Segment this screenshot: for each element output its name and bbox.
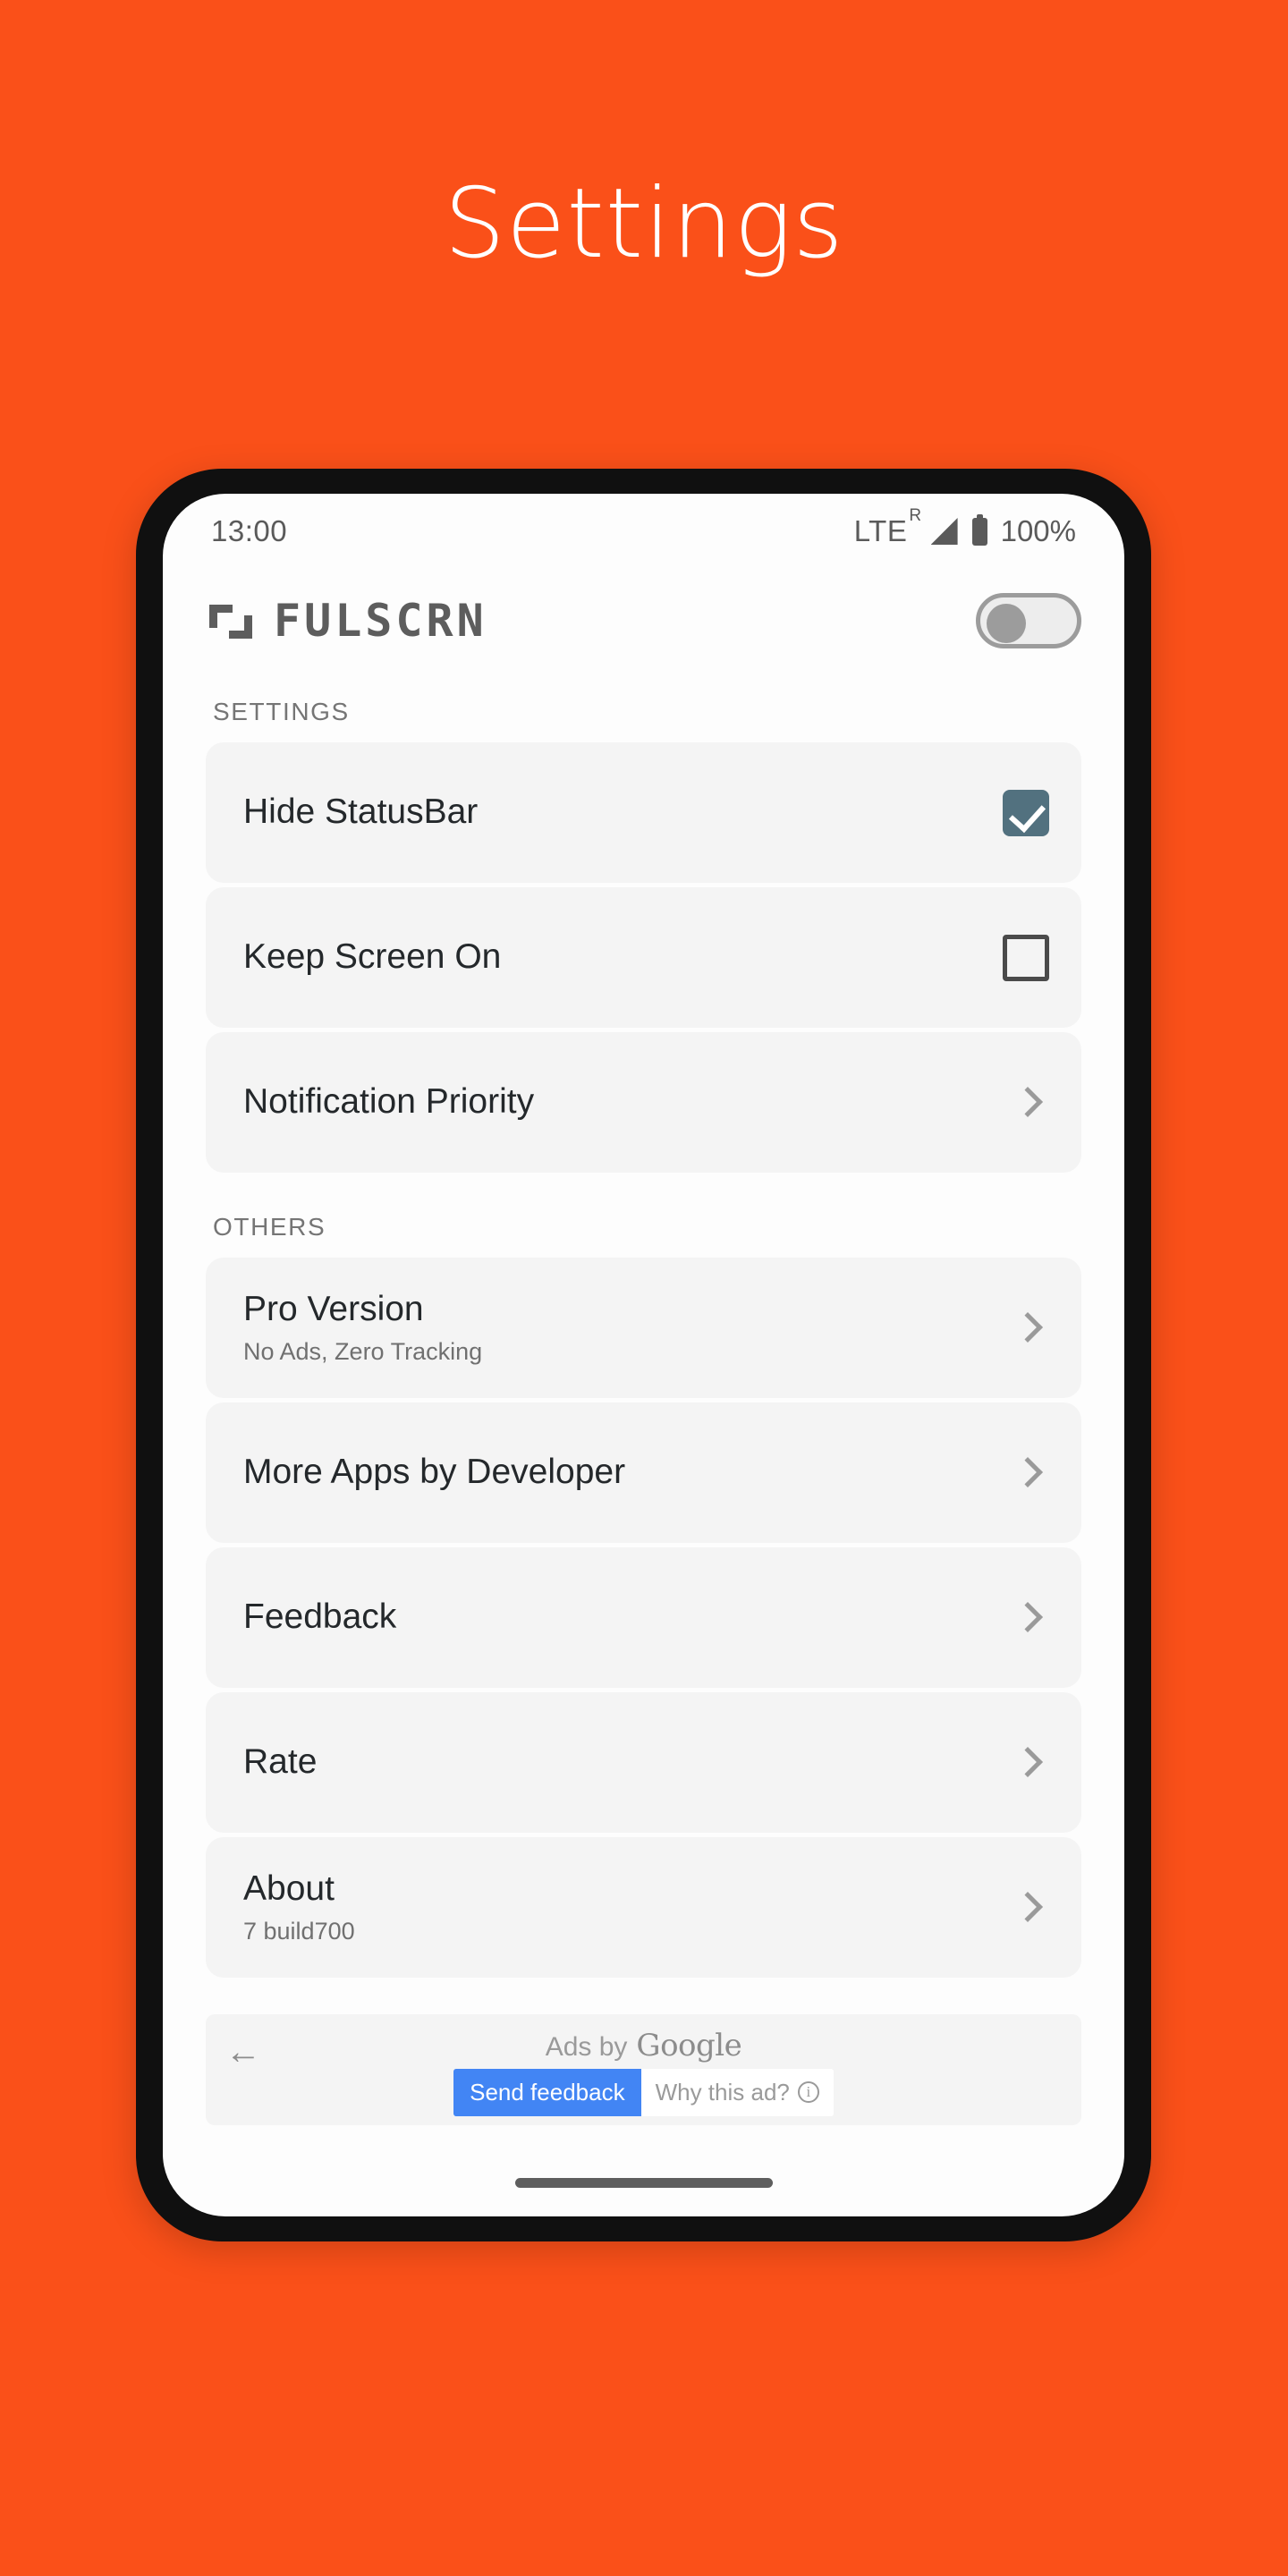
chevron-right-icon — [1012, 1893, 1042, 1923]
section-header-settings: SETTINGS — [213, 698, 350, 725]
info-icon: i — [797, 2081, 819, 2103]
status-bar: 13:00 LTE R 100% — [163, 494, 1124, 569]
list-item-hide-statusbar[interactable]: Hide StatusBar — [206, 742, 1081, 883]
fullscreen-icon — [208, 597, 254, 644]
list-item-subtitle: 7 build700 — [243, 1918, 355, 1945]
row-texts: More Apps by Developer — [243, 1453, 625, 1493]
app-header: FULSCRN — [163, 569, 1124, 673]
network-type-label: LTE R — [853, 506, 922, 547]
checkbox-hide-statusbar[interactable] — [1003, 789, 1049, 836]
ad-zone: ← Ads by Google Send feedback Why this a… — [163, 2014, 1124, 2125]
battery-percent-label: 100% — [1000, 514, 1076, 547]
list-item-feedback[interactable]: Feedback — [206, 1547, 1081, 1688]
gesture-home-bar[interactable] — [514, 2177, 773, 2188]
list-item-title: More Apps by Developer — [243, 1453, 626, 1492]
ad-back-arrow-icon[interactable]: ← — [225, 2034, 261, 2070]
row-texts: Keep Screen On — [243, 937, 501, 978]
row-texts: Rate — [243, 1742, 317, 1783]
list-item-title: Feedback — [243, 1597, 397, 1637]
battery-icon — [971, 513, 987, 546]
list-item-more-apps[interactable]: More Apps by Developer — [206, 1402, 1081, 1543]
phone-screen: 13:00 LTE R 100% FULSCRN SETTINGS Hide S… — [163, 494, 1124, 2216]
signal-strength-icon — [930, 518, 958, 545]
list-item-title: About — [243, 1868, 335, 1908]
row-texts: About 7 build700 — [243, 1869, 355, 1946]
why-this-ad-button[interactable]: Why this ad? i — [640, 2068, 834, 2116]
list-item-about[interactable]: About 7 build700 — [206, 1837, 1081, 1978]
why-this-ad-label: Why this ad? — [655, 2078, 790, 2106]
ads-by-prefix: Ads by — [545, 2031, 628, 2062]
chevron-right-icon — [1012, 1458, 1042, 1488]
roaming-icon: R — [909, 506, 922, 525]
status-bar-clock: 13:00 — [211, 514, 288, 547]
row-texts: Notification Priority — [243, 1082, 534, 1123]
list-item-subtitle: No Ads, Zero Tracking — [243, 1338, 483, 1366]
ads-by-google-label: Ads by Google — [546, 2028, 742, 2063]
list-item-keep-screen-on[interactable]: Keep Screen On — [206, 887, 1081, 1028]
checkbox-keep-screen-on[interactable] — [1003, 934, 1049, 981]
ad-buttons: Send feedback Why this ad? i — [453, 2068, 834, 2116]
google-wordmark: Google — [636, 2027, 742, 2063]
list-item-pro-version[interactable]: Pro Version No Ads, Zero Tracking — [206, 1258, 1081, 1398]
row-texts: Hide StatusBar — [243, 792, 478, 833]
status-bar-indicators: LTE R 100% — [853, 506, 1076, 548]
chevron-right-icon — [1012, 1313, 1042, 1343]
toggle-knob — [987, 604, 1026, 643]
list-item-title: Pro Version — [243, 1289, 424, 1328]
row-texts: Feedback — [243, 1597, 396, 1638]
section-header-others: OTHERS — [213, 1213, 326, 1241]
app-brand: FULSCRN — [208, 595, 487, 647]
chevron-right-icon — [1012, 1603, 1042, 1633]
list-item-notification-priority[interactable]: Notification Priority — [206, 1032, 1081, 1173]
chevron-right-icon — [1012, 1748, 1042, 1778]
list-item-title: Hide StatusBar — [243, 792, 479, 832]
chevron-right-icon — [1012, 1088, 1042, 1118]
ad-banner[interactable]: ← Ads by Google Send feedback Why this a… — [206, 2014, 1081, 2125]
send-feedback-button[interactable]: Send feedback — [453, 2068, 641, 2116]
settings-list: SETTINGS Hide StatusBar Keep Screen On N… — [163, 673, 1124, 2014]
list-item-title: Rate — [243, 1742, 318, 1782]
list-item-title: Notification Priority — [243, 1082, 535, 1122]
list-item-rate[interactable]: Rate — [206, 1692, 1081, 1833]
app-name-label: FULSCRN — [274, 595, 487, 647]
row-texts: Pro Version No Ads, Zero Tracking — [243, 1290, 482, 1367]
list-item-title: Keep Screen On — [243, 937, 502, 977]
gesture-nav-area — [163, 2148, 1124, 2216]
phone-frame: 13:00 LTE R 100% FULSCRN SETTINGS Hide S… — [136, 469, 1151, 2241]
promo-title: Settings — [444, 168, 844, 280]
master-toggle-switch[interactable] — [976, 593, 1081, 648]
